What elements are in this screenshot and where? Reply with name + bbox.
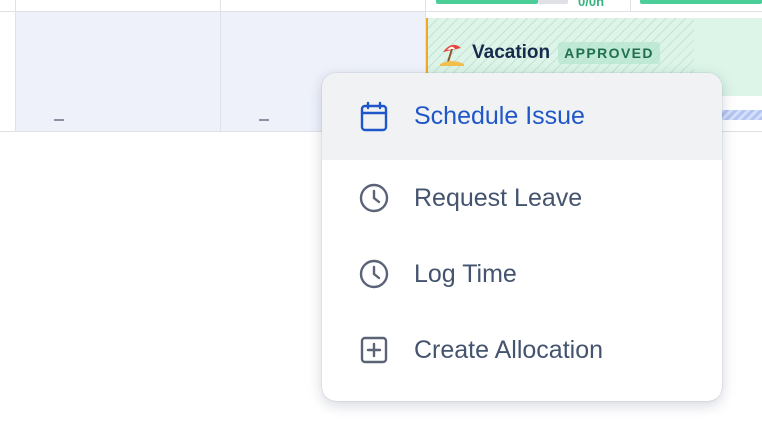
- grid-column-divider: [630, 0, 631, 12]
- status-badge: APPROVED: [558, 42, 660, 64]
- clock-icon: [357, 181, 391, 215]
- capacity-bar: [436, 0, 538, 4]
- event-title: Vacation: [472, 42, 551, 63]
- menu-item-request-leave[interactable]: Request Leave: [322, 160, 722, 236]
- menu-item-log-time[interactable]: Log Time: [322, 236, 722, 312]
- capacity-bar: [640, 0, 762, 4]
- calendar-icon: [357, 100, 391, 134]
- menu-item-label: Request Leave: [414, 183, 583, 212]
- empty-marker: [54, 119, 64, 121]
- beach-umbrella-icon: [440, 40, 464, 66]
- planner-view: 0/0h Vacation APPROVED Schedule Issue Re…: [0, 0, 762, 432]
- clock-icon: [357, 257, 391, 291]
- menu-item-create-allocation[interactable]: Create Allocation: [322, 312, 722, 388]
- day-cell[interactable]: [16, 12, 220, 132]
- menu-item-label: Log Time: [414, 259, 517, 288]
- capacity-text: 0/0h: [578, 0, 605, 9]
- menu-item-label: Schedule Issue: [414, 102, 585, 130]
- plus-square-icon: [357, 333, 391, 367]
- empty-marker: [259, 119, 269, 121]
- context-menu: Schedule Issue Request Leave Log Time Cr…: [322, 73, 722, 401]
- capacity-bar-remainder: [538, 0, 568, 4]
- grid-row-cell: [0, 12, 15, 132]
- menu-item-schedule-issue[interactable]: Schedule Issue: [322, 73, 722, 160]
- menu-item-label: Create Allocation: [414, 335, 604, 364]
